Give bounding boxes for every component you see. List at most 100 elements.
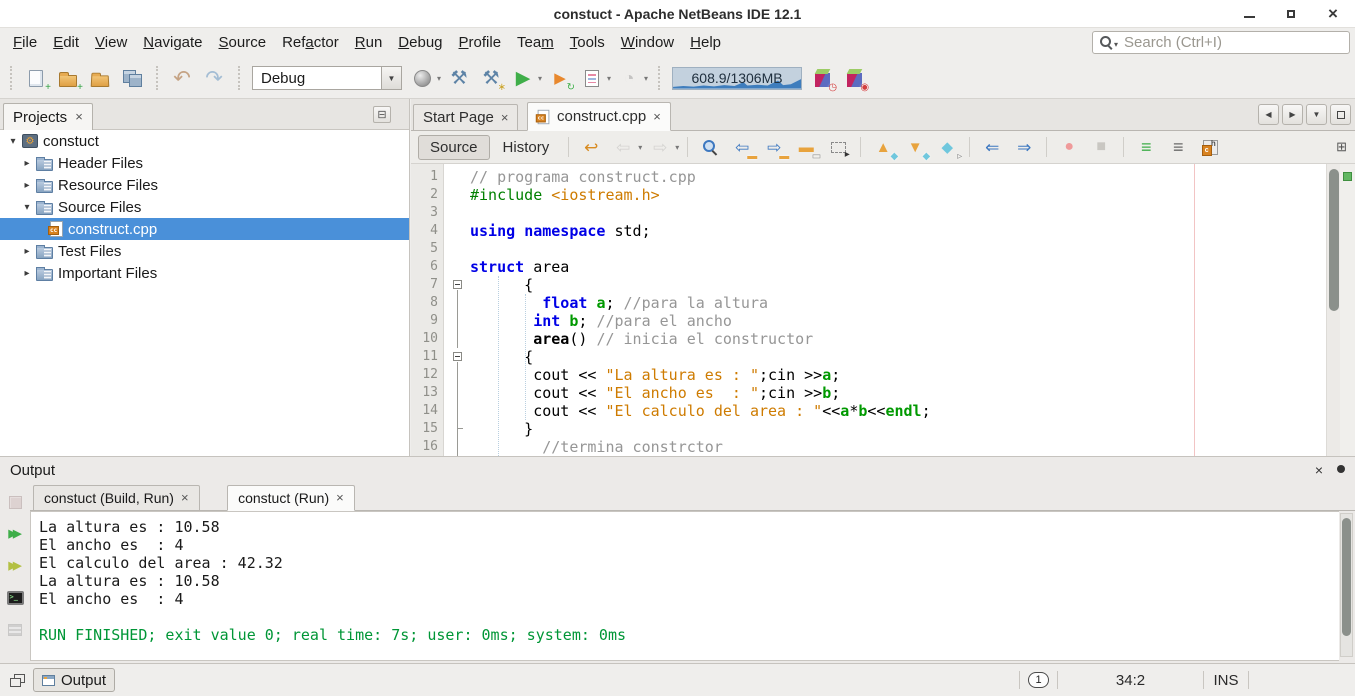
menu-window[interactable]: Window <box>613 28 682 58</box>
expander-icon[interactable] <box>20 180 34 191</box>
line-number[interactable]: 6 <box>411 258 444 276</box>
tab-projects[interactable]: Projects × <box>3 103 93 130</box>
line-number[interactable]: 7 <box>411 276 444 294</box>
back-icon[interactable]: ⇦ <box>610 134 636 160</box>
new-project-icon[interactable]: + <box>55 65 81 91</box>
rectangular-selection-icon[interactable] <box>825 134 851 160</box>
menu-edit[interactable]: Edit <box>45 28 87 58</box>
line-number[interactable]: 10 <box>411 330 444 348</box>
line-number[interactable]: 2 <box>411 186 444 204</box>
reset-profiling-results-icon[interactable]: ◉ <box>841 65 867 91</box>
split-document-icon[interactable]: ⊞ <box>1336 139 1347 155</box>
find-selection-icon[interactable] <box>697 134 723 160</box>
output-tab-constuct-run[interactable]: constuct (Run)× <box>227 485 355 511</box>
tab-start-page[interactable]: Start Page× <box>413 104 518 131</box>
minimize-button[interactable] <box>1241 6 1257 22</box>
globe-icon-dropdown[interactable]: ▾ <box>437 74 441 83</box>
line-number[interactable]: 16 <box>411 438 444 456</box>
editor-scrollbar[interactable] <box>1326 164 1340 456</box>
output-toggle-button[interactable]: Output <box>33 668 115 692</box>
output-settings-icon[interactable] <box>2 617 28 643</box>
shift-line-left-icon[interactable]: ⇐ <box>979 134 1005 160</box>
scroll-tabs-right-button[interactable]: ▶ <box>1282 104 1303 125</box>
tree-row-important-files[interactable]: Important Files <box>0 262 409 284</box>
shift-line-right-icon[interactable]: ⇒ <box>1011 134 1037 160</box>
profile-project-icon-dropdown[interactable]: ▾ <box>607 74 611 83</box>
rerun-with-parameters-icon[interactable]: ▶▶ <box>2 553 28 579</box>
menu-tools[interactable]: Tools <box>562 28 613 58</box>
window-menu-icon[interactable] <box>1337 465 1345 473</box>
config-combobox[interactable]: Debug <box>252 66 402 90</box>
back-icon-dropdown[interactable]: ▾ <box>638 143 642 152</box>
stop-execution-icon[interactable] <box>2 489 28 515</box>
menu-source[interactable]: Source <box>211 28 275 58</box>
close-icon[interactable]: × <box>75 112 83 122</box>
output-scrollbar[interactable] <box>1340 513 1353 657</box>
line-number[interactable]: 14 <box>411 402 444 420</box>
toggle-highlight-icon[interactable]: ▬▭ <box>793 134 819 160</box>
menu-debug[interactable]: Debug <box>390 28 450 58</box>
output-scrollbar-thumb[interactable] <box>1342 518 1351 636</box>
error-stripe[interactable] <box>1340 164 1355 456</box>
search-dropdown-icon[interactable]: ▾ <box>1114 40 1118 49</box>
opened-documents-button[interactable]: ▼ <box>1306 104 1327 125</box>
last-edit-location-icon[interactable]: ↩ <box>578 134 604 160</box>
debug-project-icon[interactable]: ▶↻ <box>547 65 573 91</box>
start-macro-recording-icon[interactable]: ● <box>1056 134 1082 160</box>
undo-icon[interactable]: ↶ <box>169 65 195 91</box>
restore-window-group-icon[interactable] <box>10 674 25 687</box>
profile-gauge-icon-dropdown[interactable]: ▾ <box>644 74 648 83</box>
line-number[interactable]: 5 <box>411 240 444 258</box>
tree-row-construct-cpp[interactable]: construct.cpp <box>0 218 409 240</box>
line-number[interactable]: 1 <box>411 168 444 186</box>
run-project-icon-dropdown[interactable]: ▾ <box>538 74 542 83</box>
expander-icon[interactable] <box>20 246 34 257</box>
close-icon[interactable]: × <box>1315 462 1323 478</box>
clean-build-project-icon[interactable]: ⚒∗ <box>478 65 504 91</box>
project-tree[interactable]: ⚙constuctHeader FilesResource FilesSourc… <box>0 130 409 456</box>
close-icon[interactable]: × <box>501 113 509 123</box>
tree-row-header-files[interactable]: Header Files <box>0 152 409 174</box>
close-icon[interactable]: × <box>181 493 189 503</box>
expander-icon[interactable] <box>20 268 34 279</box>
maximize-button[interactable] <box>1283 6 1299 22</box>
tree-row-resource-files[interactable]: Resource Files <box>0 174 409 196</box>
forward-icon-dropdown[interactable]: ▾ <box>675 143 679 152</box>
output-tab-constuct-build-run[interactable]: constuct (Build, Run)× <box>33 485 200 511</box>
profiling-points-icon[interactable]: ◷ <box>809 65 835 91</box>
toggle-bookmark-icon[interactable]: ◆▹ <box>934 134 960 160</box>
menu-refactor[interactable]: Refactor <box>274 28 347 58</box>
profile-project-icon[interactable] <box>579 65 605 91</box>
line-number[interactable]: 15 <box>411 420 444 438</box>
editor-scrollbar-thumb[interactable] <box>1329 169 1339 311</box>
history-view-button[interactable]: History <box>492 136 561 159</box>
line-number[interactable]: 9 <box>411 312 444 330</box>
comment-icon[interactable]: ≡ <box>1133 134 1159 160</box>
memory-indicator[interactable]: 608.9/1306MB <box>672 67 802 90</box>
redo-icon[interactable]: ↷ <box>201 65 227 91</box>
expander-icon[interactable] <box>6 136 20 147</box>
profile-gauge-icon[interactable]: ◔ <box>616 65 642 91</box>
uncomment-icon[interactable]: ≡ <box>1165 134 1191 160</box>
build-project-icon[interactable]: ⚒ <box>446 65 472 91</box>
terminal-icon[interactable] <box>2 585 28 611</box>
menu-help[interactable]: Help <box>682 28 729 58</box>
search-box[interactable]: ▾ <box>1092 31 1350 54</box>
previous-bookmark-icon[interactable]: ▲◆ <box>870 134 896 160</box>
source-view-button[interactable]: Source <box>418 135 490 160</box>
line-number[interactable]: 12 <box>411 366 444 384</box>
line-number[interactable]: 3 <box>411 204 444 222</box>
close-icon[interactable]: × <box>336 493 344 503</box>
notification-badge[interactable]: 1 <box>1028 672 1049 688</box>
tree-row-constuct[interactable]: ⚙constuct <box>0 130 409 152</box>
globe-icon[interactable] <box>409 65 435 91</box>
line-number[interactable]: 11 <box>411 348 444 366</box>
menu-run[interactable]: Run <box>347 28 391 58</box>
rerun-icon[interactable]: ▶▶ <box>2 521 28 547</box>
menu-profile[interactable]: Profile <box>451 28 510 58</box>
open-project-icon[interactable] <box>87 65 113 91</box>
line-number[interactable]: 13 <box>411 384 444 402</box>
search-input[interactable] <box>1122 33 1343 52</box>
maximize-window-button[interactable] <box>1330 104 1351 125</box>
tab-construct-cpp[interactable]: construct.cpp× <box>527 102 671 131</box>
